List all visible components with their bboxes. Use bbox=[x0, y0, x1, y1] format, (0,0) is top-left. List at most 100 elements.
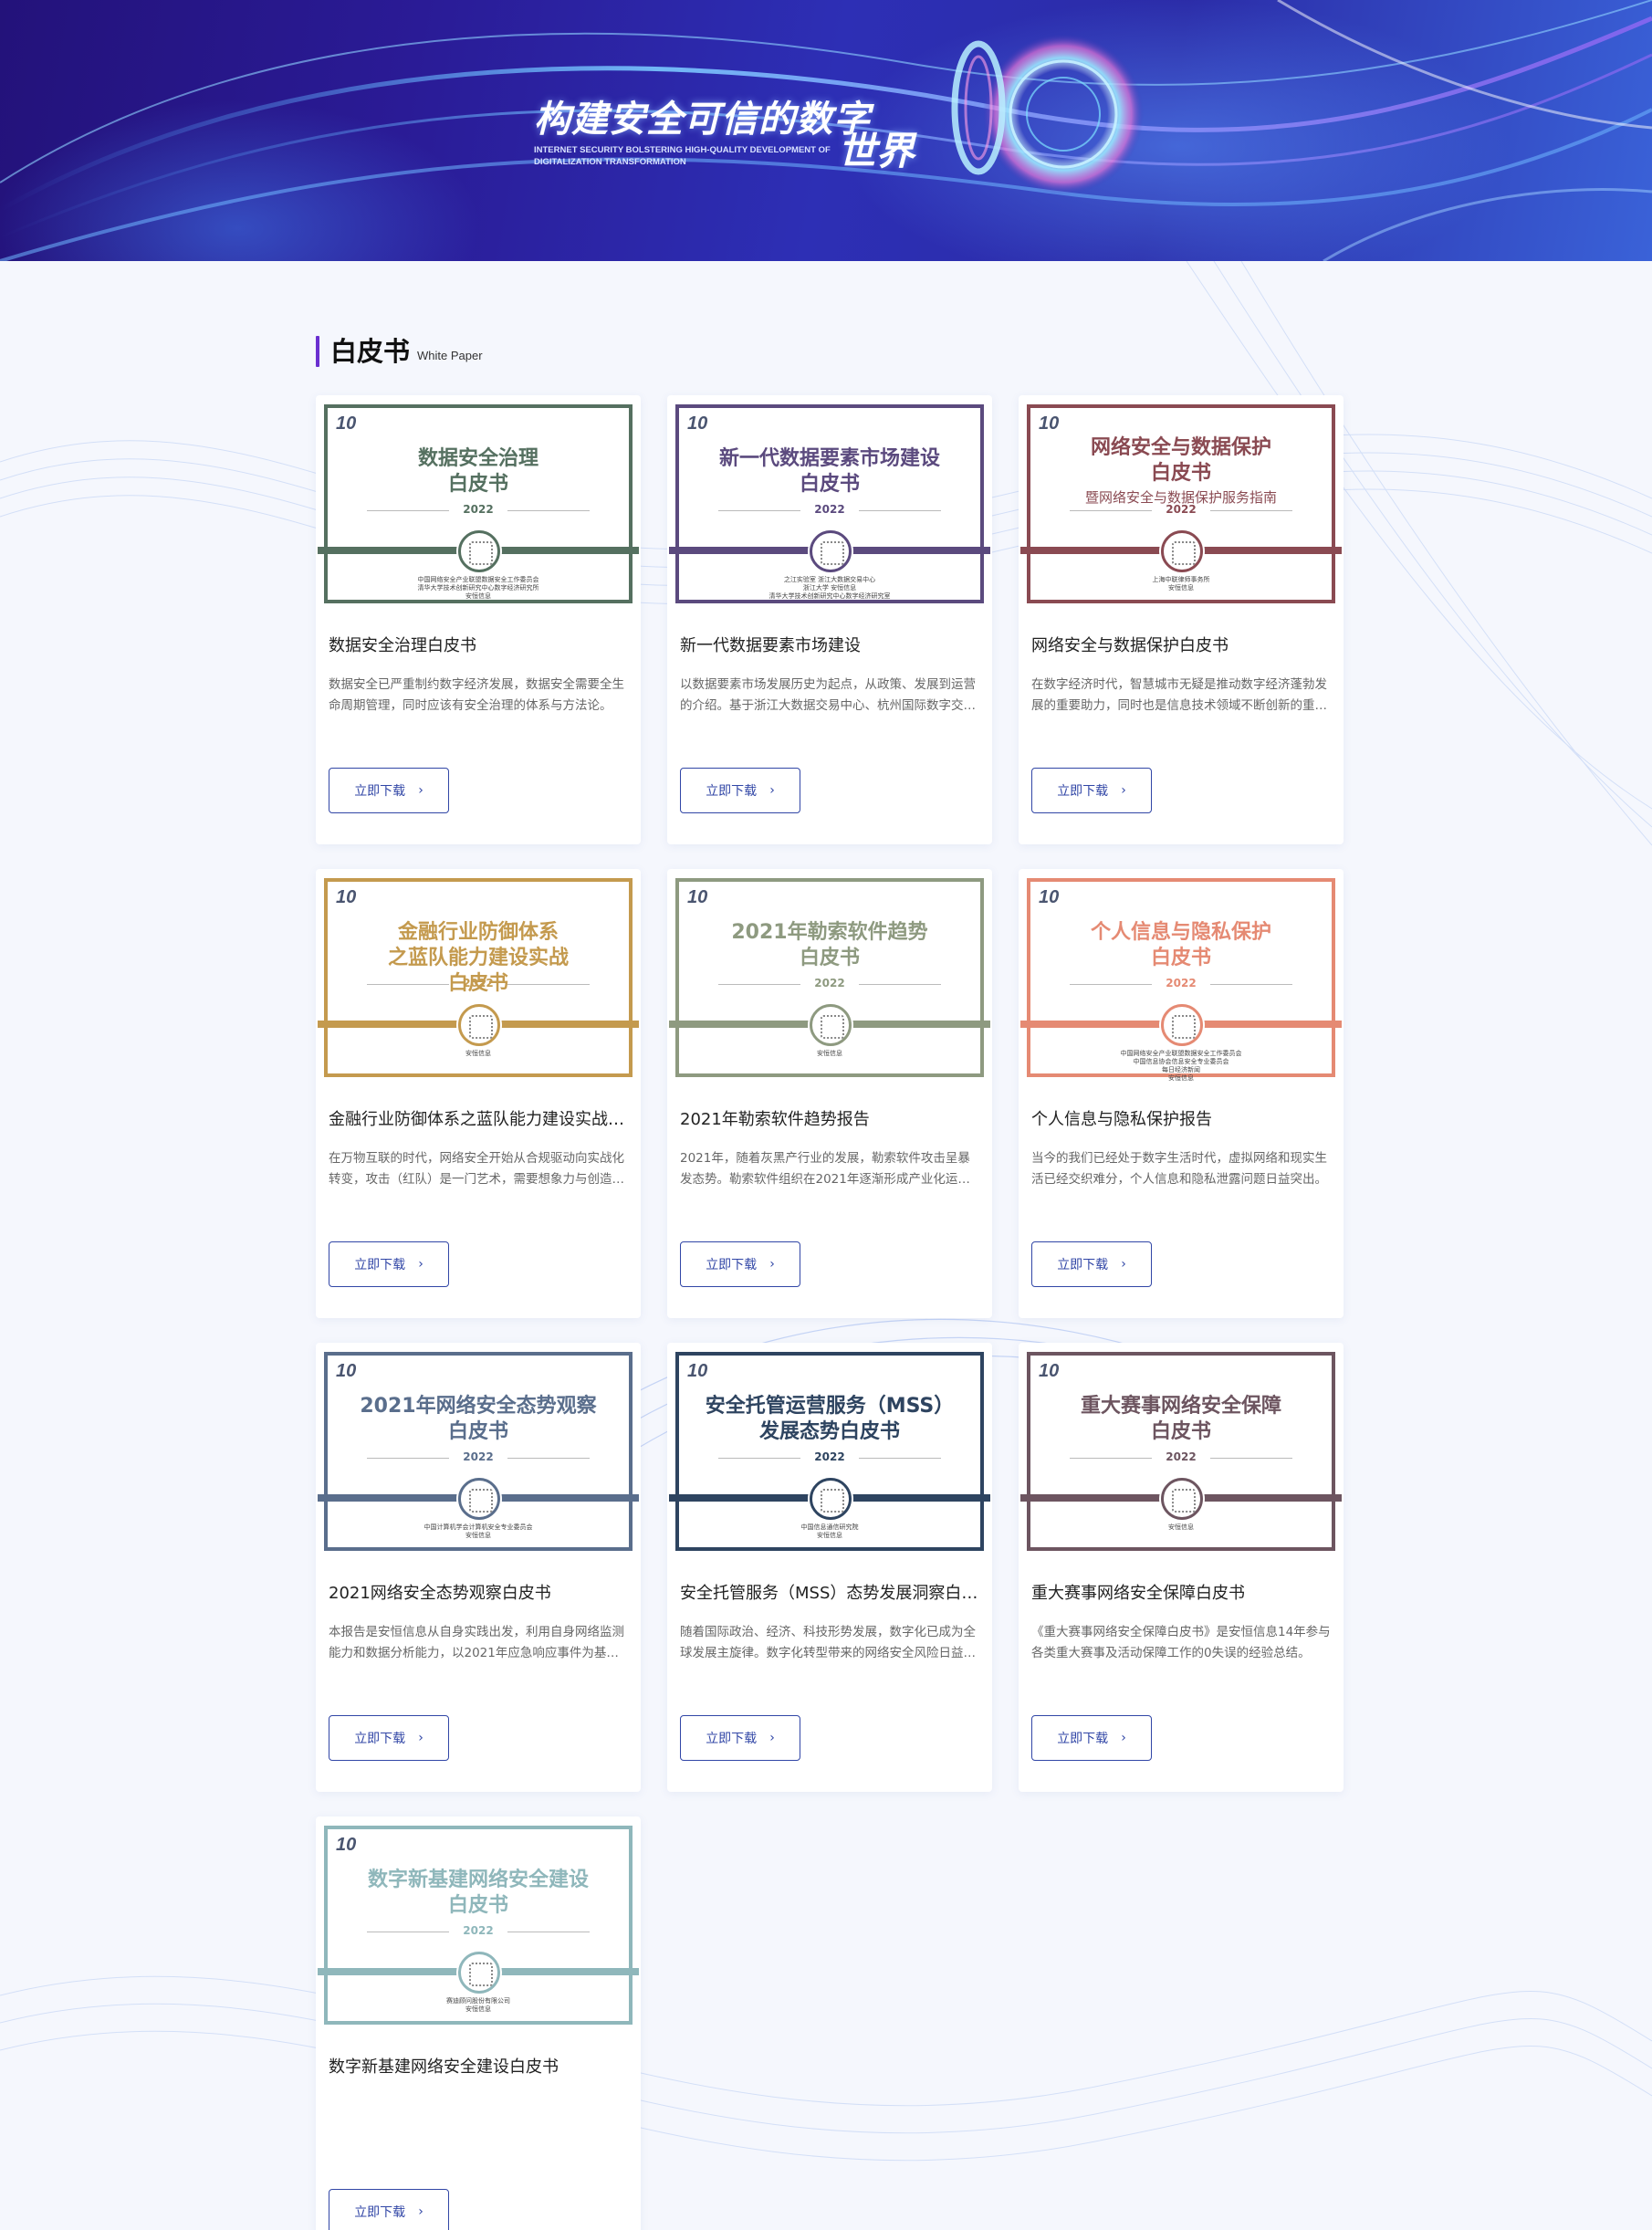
section-header: 白皮书 White Paper bbox=[316, 334, 483, 367]
cover-divider bbox=[367, 1458, 590, 1459]
chevron-right-icon: › bbox=[1121, 783, 1126, 798]
qr-seal-icon bbox=[458, 1478, 500, 1520]
cover-organizations: 中国网络安全产业联盟数据安全工作委员会 清华大学技术创新研究中心数字经济研究所 … bbox=[417, 576, 539, 600]
whitepaper-card: 10 个人信息与隐私保护 白皮书 2022 中国网络安全产业联盟数据安全工作委员… bbox=[1019, 869, 1344, 1318]
cover-title: 新一代数据要素市场建设 白皮书 bbox=[718, 447, 940, 496]
download-button[interactable]: 立即下载 › bbox=[680, 1241, 800, 1287]
whitepaper-title[interactable]: 新一代数据要素市场建设 bbox=[680, 633, 979, 656]
whitepaper-title[interactable]: 数据安全治理白皮书 bbox=[329, 633, 628, 656]
whitepaper-cover[interactable]: 10 数字新基建网络安全建设 白皮书 2022 赛迪顾问股份有限公司 安恒信息 bbox=[318, 1824, 639, 2028]
whitepaper-title[interactable]: 金融行业防御体系之蓝队能力建设实战白皮书 bbox=[329, 1106, 628, 1130]
qr-seal-icon bbox=[810, 530, 852, 572]
whitepaper-description: 《重大赛事网络安全保障白皮书》是安恒信息14年参与各类重大赛事及活动保障工作的0… bbox=[1031, 1625, 1331, 1660]
chevron-right-icon: › bbox=[418, 783, 423, 798]
cover-organizations: 上海中联律师事务所 安恒信息 bbox=[1152, 576, 1210, 592]
whitepaper-cover[interactable]: 10 重大赛事网络安全保障 白皮书 2022 安恒信息 bbox=[1020, 1350, 1342, 1555]
cover-title: 2021年网络安全态势观察 白皮书 bbox=[360, 1395, 597, 1443]
download-button-label: 立即下载 bbox=[354, 2205, 406, 2220]
cover-title: 重大赛事网络安全保障 白皮书 bbox=[1080, 1395, 1281, 1443]
whitepaper-description: 在数字经济时代，智慧城市无疑是推动数字经济蓬勃发展的重要助力，同时也是信息技术领… bbox=[1031, 677, 1327, 713]
download-button[interactable]: 立即下载 › bbox=[329, 1241, 449, 1287]
anheng-10-logo-icon: 10 bbox=[687, 1361, 708, 1381]
whitepaper-card: 10 2021年网络安全态势观察 白皮书 2022 中国计算机学会计算机安全专业… bbox=[316, 1343, 641, 1792]
whitepaper-card: 10 金融行业防御体系 之蓝队能力建设实战 白皮书 2022 安恒信息 金融行业… bbox=[316, 869, 641, 1318]
anheng-10-logo-icon: 10 bbox=[1039, 887, 1060, 907]
whitepaper-title[interactable]: 2021网络安全态势观察白皮书 bbox=[329, 1580, 628, 1604]
cover-year: 2022 bbox=[1166, 503, 1197, 516]
whitepaper-cover[interactable]: 10 新一代数据要素市场建设 白皮书 2022 之江实验室 浙江大数据交易中心 … bbox=[669, 403, 990, 607]
chevron-right-icon: › bbox=[418, 1731, 423, 1745]
cover-organizations: 赛迪顾问股份有限公司 安恒信息 bbox=[446, 1997, 510, 2013]
whitepaper-description: 2021年，随着灰黑产行业的发展，勒索软件攻击呈暴发态势。勒索软件组织在2021… bbox=[680, 1151, 970, 1187]
chevron-right-icon: › bbox=[418, 1257, 423, 1272]
banner-title: 构建安全可信的数字 bbox=[534, 99, 871, 140]
cover-title: 2021年勒索软件趋势 白皮书 bbox=[731, 921, 928, 969]
whitepaper-description: 本报告是安恒信息从自身实践出发，利用自身网络监测能力和数据分析能力，以2021年… bbox=[329, 1625, 624, 1660]
anheng-10-logo-icon: 10 bbox=[336, 1835, 357, 1855]
banner-subtitle: INTERNET SECURITY BOLSTERING HIGH-QUALIT… bbox=[534, 145, 831, 167]
whitepaper-cover[interactable]: 10 2021年勒索软件趋势 白皮书 2022 安恒信息 bbox=[669, 876, 990, 1081]
whitepaper-cover[interactable]: 10 数据安全治理 白皮书 2022 中国网络安全产业联盟数据安全工作委员会 清… bbox=[318, 403, 639, 607]
qr-seal-icon bbox=[1161, 1004, 1203, 1046]
whitepaper-cover[interactable]: 10 网络安全与数据保护 白皮书 暨网络安全与数据保护服务指南 2022 上海中… bbox=[1020, 403, 1342, 607]
whitepaper-cover[interactable]: 10 个人信息与隐私保护 白皮书 2022 中国网络安全产业联盟数据安全工作委员… bbox=[1020, 876, 1342, 1082]
download-button-label: 立即下载 bbox=[706, 1732, 758, 1746]
download-button[interactable]: 立即下载 › bbox=[1031, 1241, 1152, 1287]
cover-divider bbox=[718, 984, 941, 985]
cover-divider bbox=[367, 984, 590, 985]
qr-seal-icon bbox=[1161, 530, 1203, 572]
whitepaper-title[interactable]: 数字新基建网络安全建设白皮书 bbox=[329, 2054, 628, 2078]
whitepaper-title[interactable]: 安全托管服务（MSS）态势发展洞察白皮书 bbox=[680, 1580, 979, 1604]
anheng-10-logo-icon: 10 bbox=[1039, 414, 1060, 434]
whitepaper-card: 10 重大赛事网络安全保障 白皮书 2022 安恒信息 重大赛事网络安全保障白皮… bbox=[1019, 1343, 1344, 1792]
hero-banner: 构建安全可信的数字 世界 INTERNET SECURITY BOLSTERIN… bbox=[0, 0, 1652, 261]
download-button[interactable]: 立即下载 › bbox=[329, 2189, 449, 2230]
whitepaper-description: 在万物互联的时代，网络安全开始从合规驱动向实战化转变，攻击（红队）是一门艺术，需… bbox=[329, 1151, 624, 1187]
download-button-label: 立即下载 bbox=[354, 784, 406, 799]
whitepaper-cover[interactable]: 10 2021年网络安全态势观察 白皮书 2022 中国计算机学会计算机安全专业… bbox=[318, 1350, 639, 1555]
whitepaper-cover[interactable]: 10 安全托管运营服务（MSS） 发展态势白皮书 2022 中国信息通信研究院 … bbox=[669, 1350, 990, 1555]
whitepaper-card: 10 安全托管运营服务（MSS） 发展态势白皮书 2022 中国信息通信研究院 … bbox=[667, 1343, 992, 1792]
whitepaper-title[interactable]: 个人信息与隐私保护报告 bbox=[1031, 1106, 1331, 1130]
whitepaper-title[interactable]: 网络安全与数据保护白皮书 bbox=[1031, 633, 1331, 656]
section-accent-bar bbox=[316, 336, 319, 367]
whitepaper-card: 10 2021年勒索软件趋势 白皮书 2022 安恒信息 2021年勒索软件趋势… bbox=[667, 869, 992, 1318]
whitepaper-description: 以数据要素市场发展历史为起点，从政策、发展到运营的介绍。基于浙江大数据交易中心、… bbox=[680, 677, 976, 713]
section-subtitle: White Paper bbox=[417, 349, 483, 362]
cover-organizations: 安恒信息 bbox=[465, 1050, 491, 1057]
whitepaper-card: 10 数字新基建网络安全建设 白皮书 2022 赛迪顾问股份有限公司 安恒信息 … bbox=[316, 1816, 641, 2230]
download-button-label: 立即下载 bbox=[1057, 784, 1109, 799]
cover-title: 网络安全与数据保护 白皮书 bbox=[1090, 436, 1271, 485]
whitepaper-cover[interactable]: 10 金融行业防御体系 之蓝队能力建设实战 白皮书 2022 安恒信息 bbox=[318, 876, 639, 1081]
cover-year: 2022 bbox=[463, 503, 494, 516]
chevron-right-icon: › bbox=[769, 1257, 775, 1272]
qr-seal-icon bbox=[458, 1004, 500, 1046]
whitepaper-description: 当今的我们已经处于数字生活时代，虚拟网络和现实生活已经交织难分，个人信息和隐私泄… bbox=[1031, 1151, 1327, 1187]
download-button-label: 立即下载 bbox=[706, 1258, 758, 1272]
download-button-label: 立即下载 bbox=[1057, 1258, 1109, 1272]
download-button[interactable]: 立即下载 › bbox=[329, 768, 449, 813]
section-title: 白皮书 bbox=[330, 336, 411, 367]
chevron-right-icon: › bbox=[1121, 1731, 1126, 1745]
cover-year: 2022 bbox=[463, 1924, 494, 1937]
whitepaper-card: 10 数据安全治理 白皮书 2022 中国网络安全产业联盟数据安全工作委员会 清… bbox=[316, 395, 641, 844]
chevron-right-icon: › bbox=[769, 783, 775, 798]
download-button[interactable]: 立即下载 › bbox=[680, 1715, 800, 1761]
cover-divider bbox=[1070, 984, 1292, 985]
download-button[interactable]: 立即下载 › bbox=[1031, 1715, 1152, 1761]
anheng-10-logo-icon: 10 bbox=[687, 414, 708, 434]
whitepaper-title[interactable]: 2021年勒索软件趋势报告 bbox=[680, 1106, 979, 1130]
anheng-10-logo-icon: 10 bbox=[1039, 1361, 1060, 1381]
whitepaper-title[interactable]: 重大赛事网络安全保障白皮书 bbox=[1031, 1580, 1331, 1604]
qr-seal-icon bbox=[458, 530, 500, 572]
download-button[interactable]: 立即下载 › bbox=[329, 1715, 449, 1761]
whitepaper-description bbox=[329, 2096, 628, 2140]
download-button-label: 立即下载 bbox=[354, 1258, 406, 1272]
download-button[interactable]: 立即下载 › bbox=[680, 768, 800, 813]
download-button-label: 立即下载 bbox=[706, 784, 758, 799]
cover-divider bbox=[1070, 1458, 1292, 1459]
download-button[interactable]: 立即下载 › bbox=[1031, 768, 1152, 813]
cover-title: 个人信息与隐私保护 白皮书 bbox=[1090, 921, 1271, 969]
cover-title: 数字新基建网络安全建设 白皮书 bbox=[367, 1869, 589, 1917]
chevron-right-icon: › bbox=[769, 1731, 775, 1745]
